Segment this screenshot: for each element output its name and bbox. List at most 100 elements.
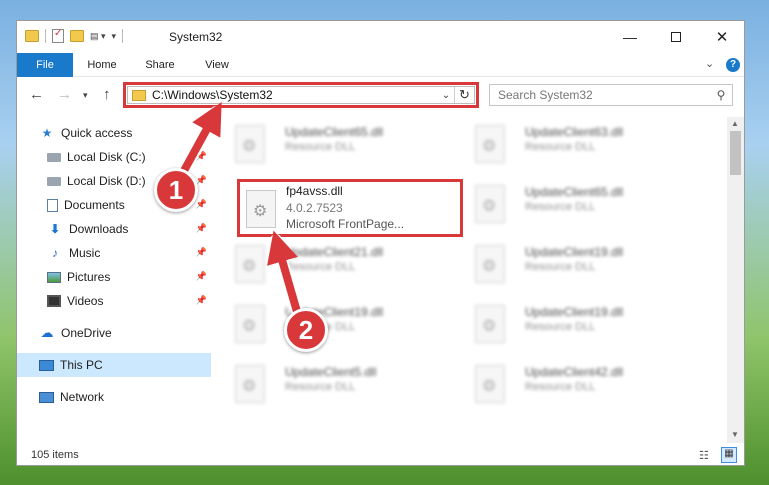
pin-icon: 📌 bbox=[195, 223, 207, 233]
file-list: UpdateClient65.dll Resource DLL UpdateCl… bbox=[223, 117, 727, 433]
sidebar-item-label: OneDrive bbox=[61, 326, 112, 340]
sidebar-item-label: Videos bbox=[67, 294, 104, 308]
sidebar-item-label: Local Disk (D:) bbox=[67, 174, 146, 188]
details-view-icon[interactable]: ☷ bbox=[699, 449, 709, 462]
file-type: Resource DLL bbox=[285, 141, 356, 153]
pin-icon: 📌 bbox=[195, 199, 207, 209]
file-name: fp4avss.dll bbox=[286, 184, 343, 198]
forward-button[interactable]: → bbox=[57, 86, 72, 103]
address-bar[interactable]: C:\Windows\System32 ⌄ ↻ bbox=[127, 86, 475, 104]
music-icon: ♪ bbox=[52, 246, 58, 260]
file-type: Resource DLL bbox=[525, 141, 596, 153]
minimize-button[interactable]: — bbox=[607, 21, 653, 53]
new-folder-icon[interactable] bbox=[70, 30, 84, 42]
sidebar-item-pictures[interactable]: Pictures 📌 bbox=[17, 265, 211, 289]
tab-share[interactable]: Share bbox=[135, 53, 185, 77]
address-dropdown-icon[interactable]: ⌄ bbox=[438, 90, 454, 101]
quick-access-toolbar: ▤ ▾ ▾ bbox=[25, 28, 124, 43]
file-item[interactable]: UpdateClient65.dll Resource DLL bbox=[463, 179, 693, 229]
file-item[interactable]: UpdateClient19.dll Resource DLL bbox=[463, 239, 693, 289]
sidebar-item-label: Music bbox=[69, 246, 101, 260]
dll-file-icon bbox=[235, 125, 265, 163]
pin-icon: 📌 bbox=[195, 151, 207, 161]
maximize-button[interactable] bbox=[653, 21, 699, 53]
file-name: UpdateClient42.dll bbox=[525, 365, 624, 379]
sidebar-item-music[interactable]: ♪ Music 📌 bbox=[17, 241, 211, 265]
search-box[interactable]: Search System32 ⚲ bbox=[489, 84, 733, 106]
file-item[interactable]: UpdateClient5.dll Resource DLL bbox=[223, 359, 453, 409]
dll-file-icon bbox=[235, 305, 265, 343]
navigation-pane: ★ Quick access Local Disk (C:) 📌 Local D… bbox=[17, 121, 211, 431]
close-button[interactable]: ✕ bbox=[699, 21, 744, 53]
sidebar-item-this-pc[interactable]: This PC bbox=[17, 353, 211, 377]
refresh-button[interactable]: ↻ bbox=[454, 87, 474, 103]
sidebar-item-label: Documents bbox=[64, 198, 125, 212]
disk-icon bbox=[47, 176, 61, 186]
file-type: Resource DLL bbox=[285, 261, 356, 273]
file-item[interactable]: UpdateClient42.dll Resource DLL bbox=[463, 359, 693, 409]
dll-file-icon bbox=[235, 365, 265, 403]
help-icon[interactable]: ? bbox=[726, 58, 740, 72]
dll-file-icon bbox=[475, 125, 505, 163]
title-bar: ▤ ▾ ▾ System32 — ✕ bbox=[17, 21, 744, 53]
disk-icon bbox=[47, 152, 61, 162]
star-icon: ★ bbox=[41, 126, 53, 140]
download-icon: ⬇ bbox=[49, 222, 61, 236]
maximize-icon bbox=[671, 32, 681, 42]
vertical-scrollbar[interactable]: ▲ ▼ bbox=[727, 117, 744, 443]
file-name: UpdateClient19.dll bbox=[525, 305, 624, 319]
up-button[interactable]: ↑ bbox=[103, 86, 111, 103]
document-icon bbox=[47, 198, 58, 212]
tab-home[interactable]: Home bbox=[77, 53, 127, 77]
file-item[interactable]: UpdateClient63.dll Resource DLL bbox=[463, 119, 693, 169]
highlighted-file-item[interactable]: fp4avss.dll 4.0.2.7523 Microsoft FrontPa… bbox=[237, 179, 463, 237]
recent-locations-button[interactable]: ▾ bbox=[83, 90, 88, 101]
file-name: UpdateClient21.dll bbox=[285, 245, 384, 259]
minimize-icon: — bbox=[623, 29, 637, 45]
tab-view[interactable]: View bbox=[192, 53, 242, 77]
file-type: Resource DLL bbox=[525, 321, 596, 333]
file-item[interactable]: UpdateClient19.dll Resource DLL bbox=[463, 299, 693, 349]
sidebar-item-onedrive[interactable]: ☁ OneDrive bbox=[17, 321, 211, 345]
tiles-view-icon[interactable]: ▦ bbox=[721, 447, 737, 463]
pin-icon: 📌 bbox=[195, 295, 207, 305]
file-item[interactable]: UpdateClient21.dll Resource DLL bbox=[223, 239, 453, 289]
pictures-icon bbox=[47, 271, 61, 283]
close-icon: ✕ bbox=[715, 29, 729, 46]
file-item[interactable]: UpdateClient19.dll Resource DLL bbox=[223, 299, 453, 349]
dll-file-icon bbox=[475, 365, 505, 403]
dll-file-icon bbox=[475, 185, 505, 223]
sidebar-item-label: Network bbox=[60, 390, 105, 404]
address-bar-highlight: C:\Windows\System32 ⌄ ↻ bbox=[123, 82, 479, 108]
expand-ribbon-icon[interactable]: ⌄ bbox=[705, 57, 714, 70]
file-item[interactable]: UpdateClient65.dll Resource DLL bbox=[223, 119, 453, 169]
sidebar-item-network[interactable]: Network bbox=[17, 385, 211, 409]
step-1-callout: 1 bbox=[154, 168, 198, 212]
toolbar-dropdown-icon[interactable]: ▾ bbox=[112, 31, 117, 42]
file-name: UpdateClient5.dll bbox=[285, 365, 377, 379]
customize-toolbar-icon[interactable]: ▤ ▾ bbox=[90, 31, 106, 42]
pc-icon bbox=[39, 359, 54, 371]
tab-file[interactable]: File bbox=[17, 53, 73, 77]
window-title: System32 bbox=[169, 30, 223, 44]
sidebar-item-videos[interactable]: Videos 📌 bbox=[17, 289, 211, 313]
back-button[interactable]: ← bbox=[29, 86, 44, 103]
dll-file-icon bbox=[246, 190, 276, 228]
file-type: Resource DLL bbox=[525, 201, 596, 213]
search-input[interactable]: Search System32 bbox=[498, 88, 710, 102]
scroll-down-icon[interactable]: ▼ bbox=[731, 430, 739, 439]
sidebar-item-downloads[interactable]: ⬇ Downloads 📌 bbox=[17, 217, 211, 241]
scroll-up-icon[interactable]: ▲ bbox=[731, 119, 739, 128]
sidebar-item-label: Pictures bbox=[67, 270, 111, 284]
file-description: Microsoft FrontPage... bbox=[286, 217, 405, 231]
toolbar-divider bbox=[45, 29, 46, 43]
item-count: 105 items bbox=[31, 449, 79, 461]
file-explorer-window: ▤ ▾ ▾ System32 — ✕ File Home Share View … bbox=[16, 20, 745, 466]
folder-icon bbox=[25, 30, 39, 42]
sidebar-item-quick-access[interactable]: ★ Quick access bbox=[39, 121, 211, 145]
scroll-thumb[interactable] bbox=[730, 131, 741, 175]
address-path[interactable]: C:\Windows\System32 bbox=[152, 88, 438, 102]
sidebar-item-local-disk-c[interactable]: Local Disk (C:) 📌 bbox=[17, 145, 211, 169]
properties-icon[interactable] bbox=[52, 28, 64, 43]
pin-icon: 📌 bbox=[195, 247, 207, 257]
